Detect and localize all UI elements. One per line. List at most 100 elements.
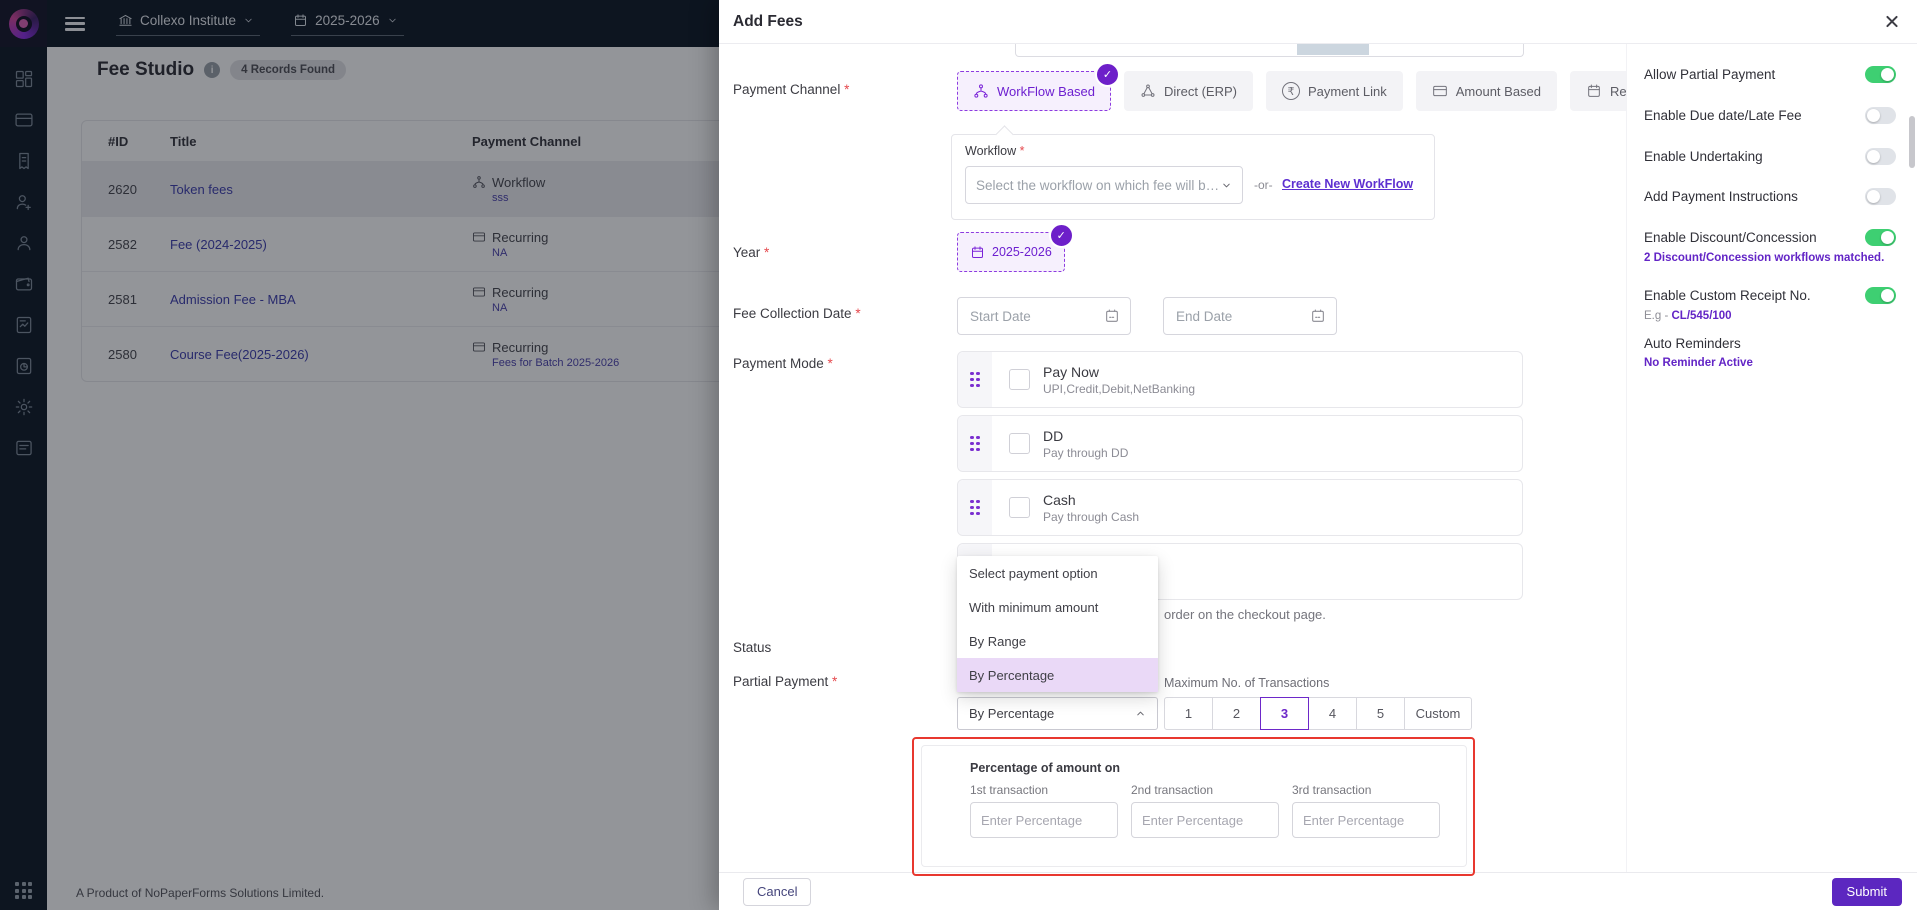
drag-handle-icon[interactable] (958, 352, 992, 407)
channel-option-direct-erp[interactable]: Direct (ERP) (1124, 71, 1253, 111)
setting-label: Enable Due date/Late Fee (1644, 108, 1802, 123)
transaction-1-label: 1st transaction (970, 783, 1118, 797)
dropdown-option[interactable]: Select payment option (957, 556, 1158, 590)
check-badge-icon (1095, 62, 1120, 87)
start-date-field[interactable] (968, 308, 1098, 325)
max-txn-button-4[interactable]: 4 (1308, 697, 1357, 730)
pay-now-checkbox[interactable] (1009, 369, 1030, 390)
payment-mode-row-dd: DD Pay through DD (957, 415, 1523, 472)
percentage-highlight-box: Percentage of amount on 1st transaction … (912, 737, 1475, 876)
percentage-heading: Percentage of amount on (970, 761, 1120, 775)
chip-label: Payment Link (1308, 84, 1387, 99)
or-separator: -or- (1254, 178, 1273, 192)
transaction-2-percentage-input[interactable] (1131, 802, 1279, 838)
workflow-panel: Workflow Select the workflow on which fe… (951, 134, 1435, 220)
page-scrollbar-thumb[interactable] (1909, 116, 1915, 168)
checkout-order-note: order on the checkout page. (1164, 607, 1326, 622)
partial-payment-select[interactable]: By Percentage (957, 697, 1158, 730)
calendar-icon (1104, 308, 1120, 324)
card-icon (1432, 83, 1448, 99)
transaction-1-percentage-input[interactable] (970, 802, 1118, 838)
dropdown-option[interactable]: With minimum amount (957, 590, 1158, 624)
max-transactions-label: Maximum No. of Transactions (1164, 676, 1329, 690)
close-icon[interactable] (1884, 14, 1899, 29)
max-txn-button-1[interactable]: 1 (1164, 697, 1213, 730)
mode-title: DD (1043, 428, 1128, 444)
max-txn-button-3[interactable]: 3 (1260, 697, 1309, 730)
fee-collection-date-label: Fee Collection Date (733, 306, 861, 321)
clipped-field (1015, 43, 1524, 57)
due-date-late-fee-toggle[interactable] (1865, 107, 1896, 124)
max-txn-button-2[interactable]: 2 (1212, 697, 1261, 730)
mode-title: Pay Now (1043, 364, 1195, 380)
start-date-input[interactable] (957, 297, 1131, 335)
dropdown-option[interactable]: By Range (957, 624, 1158, 658)
drag-handle-icon[interactable] (958, 480, 992, 535)
mode-title: Cash (1043, 492, 1139, 508)
clipped-field-chip (1297, 43, 1369, 55)
fee-settings-panel: Allow Partial Payment Enable Due date/La… (1626, 43, 1917, 872)
mode-subtitle: Pay through Cash (1043, 510, 1139, 524)
allow-partial-payment-toggle[interactable] (1865, 66, 1896, 83)
workflow-select[interactable]: Select the workflow on which fee will be… (965, 166, 1243, 204)
end-date-input[interactable] (1163, 297, 1337, 335)
modal-backdrop[interactable] (0, 0, 719, 910)
submit-button[interactable]: Submit (1832, 878, 1902, 906)
workflow-icon (973, 83, 989, 99)
chip-label: WorkFlow Based (997, 84, 1095, 99)
modal-footer: Cancel Submit (719, 872, 1917, 910)
setting-label: Auto Reminders (1644, 336, 1741, 351)
dropdown-option[interactable]: By Percentage (957, 658, 1158, 692)
max-txn-button-5[interactable]: 5 (1356, 697, 1405, 730)
chip-label: Direct (ERP) (1164, 84, 1237, 99)
create-new-workflow-link[interactable]: Create New WorkFlow (1282, 177, 1413, 191)
discount-concession-toggle[interactable] (1865, 229, 1896, 246)
max-txn-button-custom[interactable]: Custom (1404, 697, 1472, 730)
chevron-up-icon (1135, 708, 1146, 719)
payment-channel-options: WorkFlow Based Direct (ERP) ₹ Payment Li… (957, 71, 1682, 111)
workflow-label: Workflow (965, 144, 1025, 158)
app-root: Collexo Institute 2025-2026 Fee Studio 4… (0, 0, 1917, 910)
dd-checkbox[interactable] (1009, 433, 1030, 454)
payment-instructions-toggle[interactable] (1865, 188, 1896, 205)
transaction-3-percentage-input[interactable] (1292, 802, 1440, 838)
setting-label: Enable Undertaking (1644, 149, 1763, 164)
receipt-example-value: CL/545/100 (1671, 310, 1731, 322)
payment-mode-label: Payment Mode (733, 356, 833, 371)
discount-workflows-matched-note: 2 Discount/Concession workflows matched. (1644, 252, 1884, 264)
rupee-circle-icon: ₹ (1282, 82, 1300, 100)
receipt-example-note: E.g - CL/545/100 (1644, 310, 1732, 322)
reminder-status-note: No Reminder Active (1644, 357, 1753, 369)
year-value: 2025-2026 (992, 245, 1052, 259)
calendar-icon (970, 245, 985, 260)
calendar-icon (1310, 308, 1326, 324)
drag-handle-icon[interactable] (958, 416, 992, 471)
year-chip[interactable]: 2025-2026 (957, 232, 1065, 272)
payment-mode-row-cash: Cash Pay through Cash (957, 479, 1523, 536)
cash-checkbox[interactable] (1009, 497, 1030, 518)
channel-option-payment-link[interactable]: ₹ Payment Link (1266, 71, 1403, 111)
year-label: Year (733, 245, 769, 260)
add-fees-modal: Add Fees Payment Channel Year Fee Collec… (719, 0, 1917, 910)
status-label: Status (733, 640, 771, 655)
check-badge-icon (1049, 223, 1074, 248)
workflow-select-placeholder: Select the workflow on which fee will be… (976, 178, 1221, 193)
channel-option-workflow-based[interactable]: WorkFlow Based (957, 71, 1111, 111)
setting-label: Add Payment Instructions (1644, 189, 1798, 204)
transaction-3-label: 3rd transaction (1292, 783, 1440, 797)
setting-label: Allow Partial Payment (1644, 67, 1775, 82)
setting-label: Enable Custom Receipt No. (1644, 288, 1811, 303)
mode-subtitle: UPI,Credit,Debit,NetBanking (1043, 382, 1195, 396)
calendar-icon (1586, 83, 1602, 99)
channel-option-amount-based[interactable]: Amount Based (1416, 71, 1557, 111)
undertaking-toggle[interactable] (1865, 148, 1896, 165)
modal-header: Add Fees (719, 0, 1917, 44)
chip-label: Amount Based (1456, 84, 1541, 99)
end-date-field[interactable] (1174, 308, 1304, 325)
cancel-button[interactable]: Cancel (743, 878, 811, 906)
partial-payment-dropdown: Select payment option With minimum amoun… (957, 556, 1158, 692)
custom-receipt-toggle[interactable] (1865, 287, 1896, 304)
partial-payment-label: Partial Payment (733, 674, 837, 689)
setting-label: Enable Discount/Concession (1644, 230, 1817, 245)
modal-title: Add Fees (733, 13, 803, 31)
